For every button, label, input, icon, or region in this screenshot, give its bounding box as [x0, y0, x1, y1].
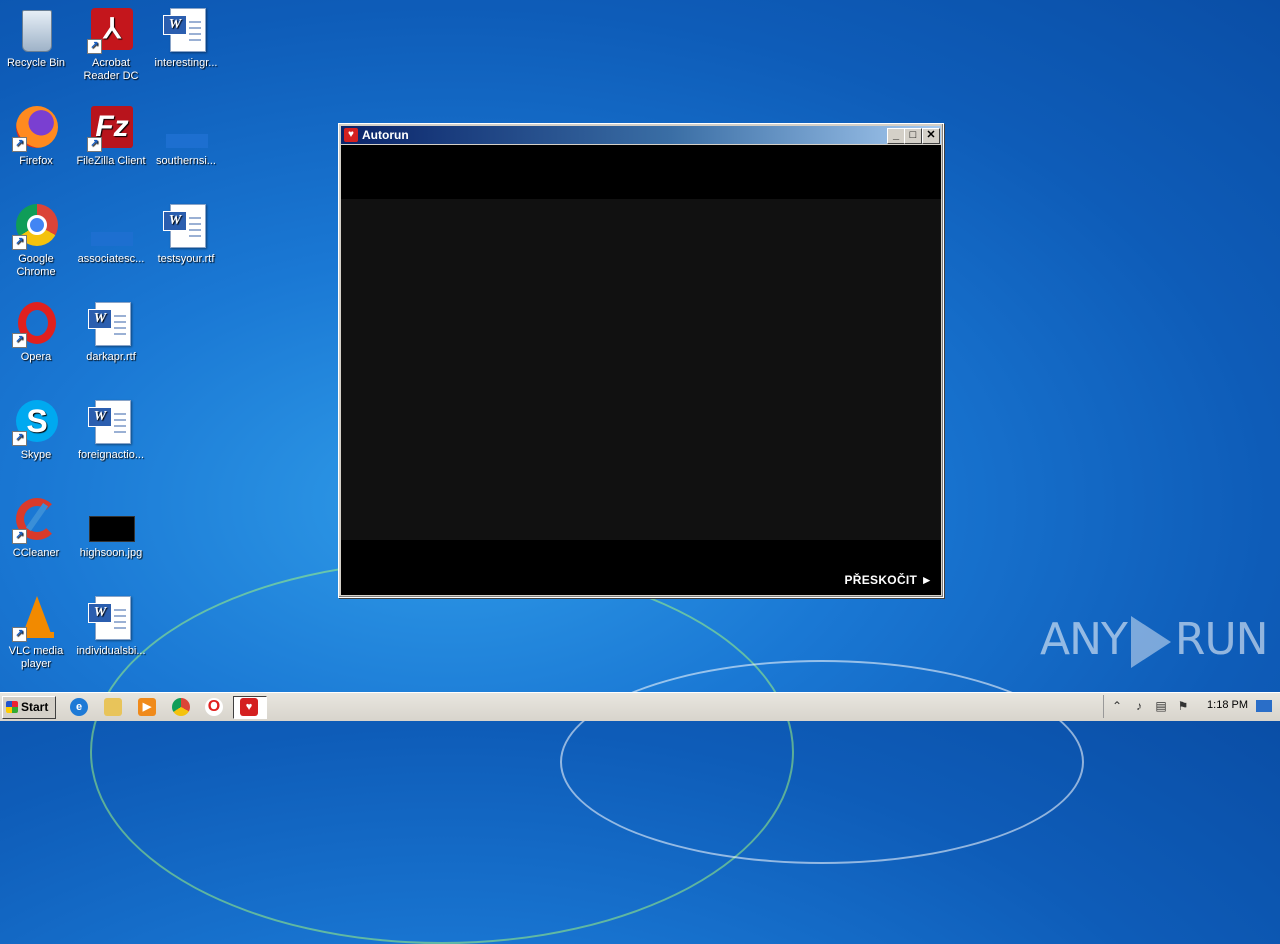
window-titlebar[interactable]: ♥ Autorun _ □ ✕ [341, 126, 941, 144]
watermark-text: RUN [1174, 614, 1269, 665]
desktop-icon-label: southernsi... [156, 155, 216, 167]
word-document-icon: W [162, 202, 210, 250]
minimize-button[interactable]: _ [887, 128, 905, 144]
ccleaner-icon: ↗ [12, 496, 60, 544]
clock[interactable]: 1:18 PM [1207, 699, 1248, 711]
skip-button[interactable]: PŘESKOČIT ► [844, 573, 933, 587]
wallpaper-streak [560, 660, 1084, 864]
media-player-icon[interactable]: ▶ [138, 698, 156, 716]
taskbar-autorun-button[interactable]: ♥ [233, 696, 267, 719]
word-document-icon: W [87, 594, 135, 642]
show-desktop-icon[interactable] [1256, 700, 1272, 712]
opera-icon[interactable]: O [205, 698, 223, 716]
window-title: Autorun [362, 128, 409, 142]
desktop-icon-testsyour[interactable]: W testsyour.rtf [148, 202, 224, 266]
desktop-icon-label: Firefox [19, 155, 53, 167]
desktop-icon-foreignactio[interactable]: W foreignactio... [73, 398, 149, 462]
acrobat-icon: ⅄ ↗ [87, 6, 135, 54]
chrome-icon[interactable] [172, 698, 190, 716]
video-area[interactable] [341, 199, 941, 540]
desktop-icon-opera[interactable]: ↗ Opera [0, 300, 74, 364]
desktop-icon-label: highsoon.jpg [79, 547, 143, 559]
windows-logo-icon [6, 701, 18, 713]
desktop-icon-ccleaner[interactable]: ↗ CCleaner [0, 496, 74, 560]
desktop-icon-highsoon[interactable]: highsoon.jpg [73, 496, 149, 560]
action-center-flag-icon[interactable]: ⚑ [1176, 699, 1190, 713]
desktop-icon-firefox[interactable]: ↗ Firefox [0, 104, 74, 168]
desktop-icon-label: Opera [20, 351, 52, 363]
start-label: Start [21, 700, 49, 714]
desktop-icon-label: FileZilla Client [76, 155, 146, 167]
word-document-icon: W [162, 6, 210, 54]
start-button[interactable]: Start [2, 696, 56, 719]
autorun-window: ♥ Autorun _ □ ✕ PŘESKOČIT ► [338, 123, 944, 598]
desktop-icon-recycle-bin[interactable]: Recycle Bin [0, 6, 74, 70]
anyrun-watermark: ANY RUN [1040, 614, 1269, 668]
desktop-icon-skype[interactable]: S ↗ Skype [0, 398, 74, 462]
desktop-icon-associatesc[interactable]: associatesc... [73, 202, 149, 266]
image-file-icon [87, 496, 135, 544]
show-hidden-icons-icon[interactable]: ⌃ [1110, 699, 1124, 713]
chrome-icon: ↗ [12, 202, 60, 250]
desktop-icon-filezilla[interactable]: Fz ↗ FileZilla Client [73, 104, 149, 168]
desktop-icon-darkapr[interactable]: W darkapr.rtf [73, 300, 149, 364]
explorer-icon[interactable] [104, 698, 122, 716]
close-button[interactable]: ✕ [922, 128, 940, 144]
desktop-icon-label: VLC media player [8, 645, 64, 670]
file-icon [87, 202, 135, 250]
maximize-button[interactable]: □ [904, 128, 922, 144]
recycle-bin-icon [12, 6, 60, 54]
autorun-icon: ♥ [240, 698, 258, 716]
desktop-icon-label: Recycle Bin [6, 57, 66, 69]
taskbar: Start e ▶ O ♥ ⌃ ♪ ▤ ⚑ 1:18 PM [0, 692, 1280, 721]
desktop-icon-label: Skype [20, 449, 52, 461]
word-document-icon: W [87, 398, 135, 446]
desktop-icon-acrobat-reader[interactable]: ⅄ ↗ Acrobat Reader DC [73, 6, 149, 83]
desktop-icon-southernsi[interactable]: southernsi... [148, 104, 224, 168]
skype-icon: S ↗ [12, 398, 60, 446]
file-icon [162, 104, 210, 152]
desktop-icon-vlc[interactable]: ↗ VLC media player [0, 594, 74, 671]
filezilla-icon: Fz ↗ [87, 104, 135, 152]
system-tray: ⌃ ♪ ▤ ⚑ 1:18 PM [1103, 695, 1280, 718]
desktop-icon-label: foreignactio... [77, 449, 145, 461]
desktop-icon-label: CCleaner [12, 547, 60, 559]
desktop-icon-interestingr[interactable]: W interestingr... [148, 6, 224, 70]
watermark-text: ANY [1040, 614, 1128, 665]
desktop-icon-label: testsyour.rtf [157, 253, 215, 265]
autorun-app-icon: ♥ [344, 128, 358, 142]
desktop-icon-label: individualsbi... [76, 645, 146, 657]
volume-icon[interactable]: ♪ [1132, 699, 1146, 713]
word-document-icon: W [87, 300, 135, 348]
firefox-icon: ↗ [12, 104, 60, 152]
vlc-icon: ↗ [12, 594, 60, 642]
desktop-icon-label: Acrobat Reader DC [83, 57, 139, 82]
desktop-icon-label: interestingr... [154, 57, 218, 69]
desktop-icon-label: associatesc... [77, 253, 145, 265]
desktop-icon-google-chrome[interactable]: ↗ Google Chrome [0, 202, 74, 279]
desktop-icon-label: Google Chrome [16, 253, 56, 278]
opera-icon: ↗ [12, 300, 60, 348]
ie-icon[interactable]: e [70, 698, 88, 716]
play-logo-icon [1130, 616, 1171, 668]
network-icon[interactable]: ▤ [1154, 699, 1168, 713]
desktop-icon-individualsbi[interactable]: W individualsbi... [73, 594, 149, 658]
video-player: PŘESKOČIT ► [341, 145, 941, 595]
desktop-icon-label: darkapr.rtf [86, 351, 136, 363]
